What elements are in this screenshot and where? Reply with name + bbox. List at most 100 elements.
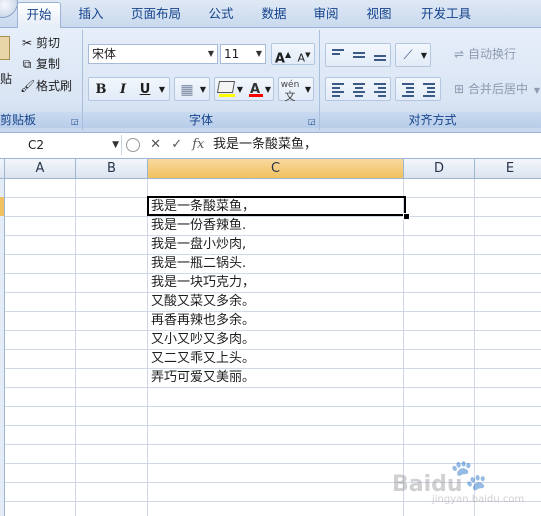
chevron-down-icon[interactable]: ▼ [263, 79, 273, 99]
ribbon-tab-bar: 开始 插入 页面布局 公式 数据 审阅 视图 开发工具 [0, 0, 541, 29]
chevron-down-icon[interactable]: ▼ [418, 45, 430, 65]
column-header-c[interactable]: C [148, 159, 404, 178]
right-align-icon[interactable] [370, 79, 390, 99]
brush-icon: 🖌 [20, 79, 36, 93]
chevron-down-icon[interactable]: ▼ [534, 86, 540, 95]
center-align-icon[interactable] [349, 79, 369, 99]
column-header-a[interactable]: A [5, 159, 76, 178]
gridline [5, 292, 541, 293]
formula-bar: C2 ▼ ✕ ✓ fx 我是一条酸菜鱼， [0, 133, 541, 159]
gridline [5, 254, 541, 255]
bold-button[interactable]: B [91, 79, 111, 99]
font-name-value: 宋体 [92, 47, 117, 61]
cancel-icon[interactable]: ✕ [150, 135, 161, 155]
row-header-selected[interactable] [0, 197, 4, 216]
cell-c8[interactable]: 再香再辣也多余。 [151, 311, 255, 330]
tab-page-layout[interactable]: 页面布局 [124, 0, 188, 27]
gridline [5, 387, 541, 388]
phonetic-button[interactable]: wén 文 [279, 78, 301, 103]
cell-c6[interactable]: 我是一块巧克力， [151, 273, 255, 292]
gridline [5, 349, 541, 350]
cell-c10[interactable]: 又二又乖又上头。 [151, 349, 255, 368]
orientation-icon[interactable]: ⟋ [398, 45, 418, 65]
font-size-value: 11 [224, 47, 240, 61]
column-header-d[interactable]: D [404, 159, 475, 178]
chevron-down-icon[interactable]: ▼ [302, 79, 314, 99]
cut-button[interactable]: ✂ 剪切 [20, 34, 60, 52]
gridline [5, 406, 541, 407]
tab-home[interactable]: 开始 [17, 2, 61, 29]
format-painter-button[interactable]: 🖌格式刷 [20, 77, 72, 95]
gridline [5, 444, 541, 445]
font-color-button[interactable]: A [246, 79, 264, 99]
wrap-text-icon: ⇌ [453, 47, 465, 61]
font-size-combo[interactable]: 11 ▼ [220, 44, 266, 64]
cell-c3[interactable]: 我是一份香辣鱼. [151, 216, 246, 235]
tab-data[interactable]: 数据 [254, 0, 294, 27]
clipboard-group-label: 剪贴板 [0, 112, 82, 128]
office-button[interactable] [0, 0, 18, 18]
cell-c11[interactable]: 弄巧可爱又美丽。 [151, 368, 255, 387]
baidu-watermark: 🐾 Baidu jingyan.baidu.com [392, 458, 532, 506]
cell-c5[interactable]: 我是一瓶二锅头. [151, 254, 246, 273]
gridline [5, 311, 541, 312]
borders-icon[interactable]: ▦ [177, 79, 197, 99]
name-box-value: C2 [28, 138, 45, 152]
chevron-down-icon[interactable]: ▼ [156, 79, 168, 99]
copy-icon: ⧉ [22, 57, 32, 71]
increase-indent-icon[interactable] [419, 79, 439, 99]
column-headers: A B C D E [0, 159, 541, 179]
chevron-down-icon[interactable]: ▼ [112, 136, 119, 154]
watermark-subtext: jingyan.baidu.com [432, 494, 525, 505]
tab-developer[interactable]: 开发工具 [413, 0, 479, 27]
font-group: 宋体 ▼ 11 ▼ A▲ A▼ B I U ▼ ▦ ▼ ▼ A ▼ wén 文 … [83, 30, 320, 130]
chevron-down-icon[interactable]: ▼ [205, 45, 217, 63]
paste-icon[interactable] [0, 36, 10, 60]
tab-view[interactable]: 视图 [359, 0, 399, 27]
wrap-text-button[interactable]: ⇌ 自动换行 [452, 45, 516, 63]
cell-c9[interactable]: 又小又吵又多肉。 [151, 330, 255, 349]
shrink-font-button[interactable]: A▼ [294, 44, 314, 65]
top-align-icon[interactable] [328, 45, 348, 65]
insert-function-icon[interactable]: fx [192, 135, 204, 155]
column-header-e[interactable]: E [475, 159, 541, 178]
alignment-group-label: 对齐方式 [320, 112, 541, 128]
chevron-down-icon[interactable]: ▼ [253, 45, 265, 63]
ribbon: 贴 ✂剪切 ⧉复制 🖌格式刷 剪贴板 ◲ 宋体 ▼ 11 ▼ A▲ A▼ B [0, 28, 541, 133]
tab-insert[interactable]: 插入 [70, 0, 112, 27]
column-header-b[interactable]: B [76, 159, 148, 178]
gridline [5, 368, 541, 369]
gridline [5, 273, 541, 274]
decrease-indent-icon[interactable] [398, 79, 418, 99]
tab-review[interactable]: 审阅 [306, 0, 346, 27]
formula-input[interactable]: 我是一条酸菜鱼， [213, 136, 317, 154]
tab-formulas[interactable]: 公式 [201, 0, 241, 27]
clipboard-group: 贴 ✂ 剪切 ⧉ 复制 🖌格式刷 剪贴板 ◲ [0, 30, 83, 130]
clipboard-launcher-icon[interactable]: ◲ [71, 118, 79, 126]
font-name-combo[interactable]: 宋体 ▼ [88, 44, 218, 64]
gridline [5, 330, 541, 331]
circle-icon [126, 137, 140, 152]
cell-c4[interactable]: 我是一盘小炒肉, [151, 235, 246, 254]
fill-color-icon[interactable] [216, 79, 236, 99]
check-icon[interactable]: ✓ [171, 135, 182, 155]
italic-button[interactable]: I [113, 79, 133, 99]
bottom-align-icon[interactable] [370, 45, 390, 65]
gridline [147, 179, 148, 516]
fill-handle[interactable] [403, 213, 410, 220]
alignment-group: ⟋ ▼ ⇌ 自动换行 ⊞ 合并后居中 ▼ 对齐方式 [320, 30, 541, 130]
cell-c7[interactable]: 又酸又菜又多余。 [151, 292, 255, 311]
grow-font-button[interactable]: A▲ [273, 44, 293, 66]
paste-button-label[interactable]: 贴 [0, 70, 12, 88]
merge-center-button[interactable]: ⊞ 合并后居中 ▼ [452, 80, 540, 98]
middle-align-icon[interactable] [349, 45, 369, 65]
name-box[interactable]: C2 ▼ [0, 135, 122, 155]
underline-button[interactable]: U [135, 79, 155, 99]
merge-cells-icon: ⊞ [453, 82, 465, 96]
chevron-down-icon[interactable]: ▼ [197, 79, 209, 99]
gridline [75, 179, 76, 516]
chevron-down-icon[interactable]: ▼ [235, 79, 245, 99]
font-launcher-icon[interactable]: ◲ [308, 118, 316, 126]
left-align-icon[interactable] [328, 79, 348, 99]
copy-button[interactable]: ⧉ 复制 [20, 55, 60, 73]
